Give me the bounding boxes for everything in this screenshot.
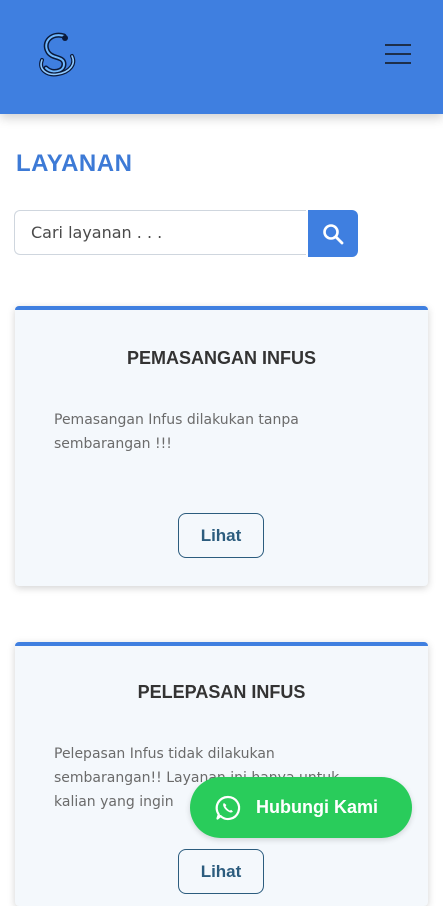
search-button[interactable] bbox=[308, 210, 358, 257]
search-input[interactable] bbox=[14, 210, 306, 255]
top-navbar bbox=[0, 0, 443, 114]
view-service-button[interactable]: Lihat bbox=[178, 849, 264, 894]
service-card: PELEPASAN INFUS Pelepasan Infus tidak di… bbox=[15, 642, 428, 906]
search-icon bbox=[323, 223, 344, 244]
page-title: LAYANAN bbox=[16, 150, 133, 177]
hamburger-menu-icon[interactable] bbox=[382, 44, 414, 70]
view-service-button[interactable]: Lihat bbox=[178, 513, 264, 558]
swan-logo-icon[interactable] bbox=[34, 30, 80, 78]
search-bar bbox=[14, 210, 358, 257]
menu-bar bbox=[385, 62, 411, 64]
contact-whatsapp-button[interactable]: Hubungi Kami bbox=[190, 777, 412, 838]
menu-bar bbox=[385, 53, 411, 55]
service-title: PELEPASAN INFUS bbox=[137, 682, 306, 702]
whatsapp-icon bbox=[215, 795, 241, 820]
service-description: Pemasangan Infus dilakukan tanpa sembara… bbox=[54, 412, 299, 452]
menu-bar bbox=[385, 44, 411, 46]
service-title: PEMASANGAN INFUS bbox=[126, 348, 316, 368]
service-card: PEMASANGAN INFUS Pemasangan Infus dilaku… bbox=[15, 306, 428, 586]
contact-label: Hubungi Kami bbox=[256, 797, 378, 817]
